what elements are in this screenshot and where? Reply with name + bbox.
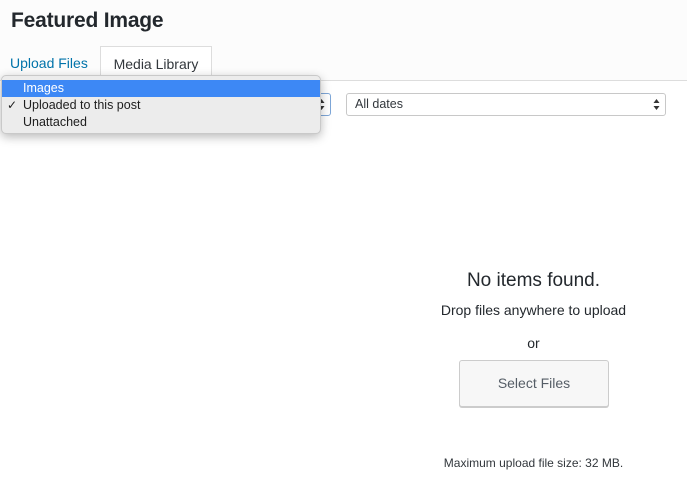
checkmark-icon: ✓ <box>7 98 18 112</box>
or-text: or <box>527 335 540 351</box>
modal-title: Featured Image <box>11 9 164 32</box>
max-upload-size-text: Maximum upload file size: 32 MB. <box>443 456 624 470</box>
updown-arrows-icon <box>653 99 660 110</box>
option-label: Unattached <box>23 115 87 129</box>
drop-files-text: Drop files anywhere to upload <box>440 302 627 318</box>
option-label: Uploaded to this post <box>23 98 141 112</box>
media-type-dropdown-menu: Images ✓ Uploaded to this post Unattache… <box>1 75 321 134</box>
modal-header: Featured Image Upload Files Media Librar… <box>0 0 687 82</box>
dropdown-option-uploaded-to-this-post[interactable]: ✓ Uploaded to this post <box>2 97 320 114</box>
select-files-button[interactable]: Select Files <box>459 360 609 407</box>
no-items-heading: No items found. <box>466 270 601 291</box>
dropdown-option-images[interactable]: Images <box>2 80 320 97</box>
date-filter-select[interactable]: All dates <box>346 93 666 116</box>
dropdown-option-unattached[interactable]: Unattached <box>2 114 320 131</box>
option-label: Images <box>23 81 64 95</box>
date-filter-value: All dates <box>355 97 403 111</box>
